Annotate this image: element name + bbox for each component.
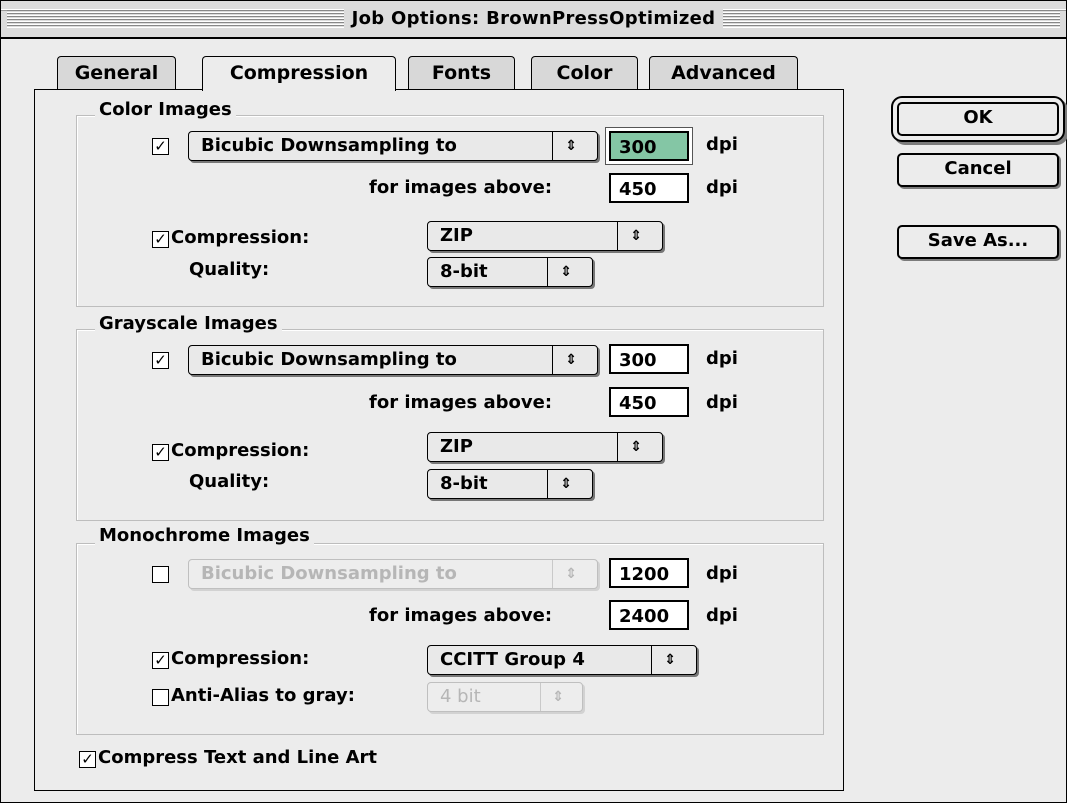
grayscale-resolution-field[interactable]: 300: [609, 344, 689, 374]
monochrome-downsample-popup[interactable]: Bicubic Downsampling to ⇕: [188, 559, 598, 589]
above-label: for images above:: [369, 177, 553, 198]
color-downsample-checkbox[interactable]: ✓: [152, 138, 169, 155]
updown-arrows-icon: ⇕: [552, 689, 564, 705]
unit-label: dpi: [706, 348, 738, 369]
monochrome-compression-checkbox[interactable]: ✓: [152, 652, 169, 669]
cancel-button[interactable]: Cancel: [897, 153, 1059, 187]
grayscale-compression-popup[interactable]: ZIP ⇕: [427, 432, 663, 462]
antialias-popup[interactable]: 4 bit ⇕: [427, 682, 583, 712]
compression-label: Compression:: [171, 440, 310, 461]
tab-fonts[interactable]: Fonts: [408, 56, 515, 89]
grayscale-downsample-checkbox[interactable]: ✓: [152, 352, 169, 369]
tab-color[interactable]: Color: [531, 56, 638, 89]
popup-value: 8-bit: [440, 261, 488, 282]
check-icon: ✓: [81, 750, 94, 768]
ok-button[interactable]: OK: [897, 102, 1059, 136]
check-icon: ✓: [154, 651, 167, 669]
grayscale-compression-checkbox[interactable]: ✓: [152, 444, 169, 461]
color-images-title: Color Images: [95, 99, 236, 121]
above-label: for images above:: [369, 605, 553, 626]
popup-value: ZIP: [440, 436, 473, 457]
unit-label: dpi: [706, 134, 738, 155]
monochrome-above-field[interactable]: 2400: [609, 600, 689, 630]
grayscale-quality-popup[interactable]: 8-bit ⇕: [427, 469, 593, 499]
compression-label: Compression:: [171, 227, 310, 248]
compress-text-checkbox[interactable]: ✓: [79, 751, 96, 768]
tab-advanced[interactable]: Advanced: [649, 56, 798, 89]
updown-arrows-icon: ⇕: [664, 652, 676, 668]
check-icon: ✓: [154, 443, 167, 461]
job-options-dialog: Job Options: BrownPressOptimized General…: [0, 0, 1067, 803]
color-resolution-field[interactable]: 300: [609, 131, 689, 161]
updown-arrows-icon: ⇕: [565, 352, 577, 368]
popup-value: 4 bit: [440, 686, 481, 707]
color-compression-popup[interactable]: ZIP ⇕: [427, 221, 663, 251]
updown-arrows-icon: ⇕: [630, 439, 642, 455]
grayscale-downsample-popup[interactable]: Bicubic Downsampling to ⇕: [188, 345, 598, 375]
save-as-button[interactable]: Save As...: [897, 225, 1059, 259]
color-compression-checkbox[interactable]: ✓: [152, 231, 169, 248]
quality-label: Quality:: [189, 471, 270, 492]
check-icon: ✓: [154, 351, 167, 369]
monochrome-images-title: Monochrome Images: [95, 525, 314, 547]
monochrome-resolution-field[interactable]: 1200: [609, 558, 689, 588]
grayscale-above-field[interactable]: 450: [609, 387, 689, 417]
updown-arrows-icon: ⇕: [560, 476, 572, 492]
quality-label: Quality:: [189, 259, 270, 280]
updown-arrows-icon: ⇕: [565, 566, 577, 582]
check-icon: ✓: [154, 230, 167, 248]
grayscale-images-title: Grayscale Images: [95, 313, 282, 335]
unit-label: dpi: [706, 563, 738, 584]
tab-general[interactable]: General: [57, 56, 176, 89]
updown-arrows-icon: ⇕: [565, 138, 577, 154]
tab-compression[interactable]: Compression: [202, 56, 396, 91]
compress-text-label: Compress Text and Line Art: [98, 747, 378, 768]
updown-arrows-icon: ⇕: [630, 228, 642, 244]
unit-label: dpi: [706, 605, 738, 626]
monochrome-compression-popup[interactable]: CCITT Group 4 ⇕: [427, 645, 697, 675]
color-above-field[interactable]: 450: [609, 173, 689, 203]
window-title: Job Options: BrownPressOptimized: [343, 8, 724, 29]
compression-label: Compression:: [171, 648, 310, 669]
color-downsample-popup[interactable]: Bicubic Downsampling to ⇕: [188, 131, 598, 161]
popup-value: CCITT Group 4: [440, 649, 585, 670]
popup-value: 8-bit: [440, 473, 488, 494]
antialias-label: Anti-Alias to gray:: [171, 685, 355, 706]
popup-value: ZIP: [440, 225, 473, 246]
popup-value: Bicubic Downsampling to: [201, 135, 457, 156]
popup-value: Bicubic Downsampling to: [201, 349, 457, 370]
title-bar[interactable]: Job Options: BrownPressOptimized: [1, 1, 1066, 39]
popup-value: Bicubic Downsampling to: [201, 563, 457, 584]
updown-arrows-icon: ⇕: [560, 264, 572, 280]
unit-label: dpi: [706, 177, 738, 198]
monochrome-downsample-checkbox[interactable]: [152, 566, 169, 583]
antialias-checkbox[interactable]: [152, 689, 169, 706]
above-label: for images above:: [369, 392, 553, 413]
check-icon: ✓: [154, 137, 167, 155]
color-quality-popup[interactable]: 8-bit ⇕: [427, 257, 593, 287]
unit-label: dpi: [706, 392, 738, 413]
